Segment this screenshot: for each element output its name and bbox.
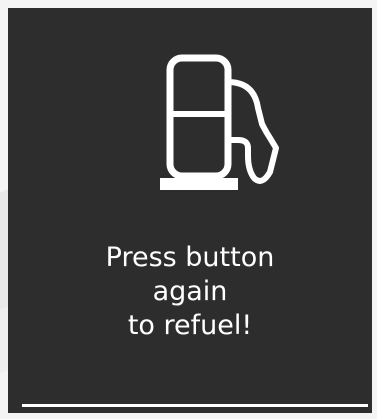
- refuel-message: Press button again to refuel!: [8, 241, 372, 343]
- divider-line: [22, 404, 368, 407]
- refuel-prompt-panel: Press button again to refuel!: [8, 8, 372, 413]
- fuel-pump-icon: [160, 54, 279, 190]
- message-line-3: to refuel!: [127, 310, 253, 341]
- message-line-1: Press button: [105, 242, 275, 273]
- screen: Press button again to refuel!: [0, 0, 377, 419]
- message-line-2: again: [152, 276, 228, 307]
